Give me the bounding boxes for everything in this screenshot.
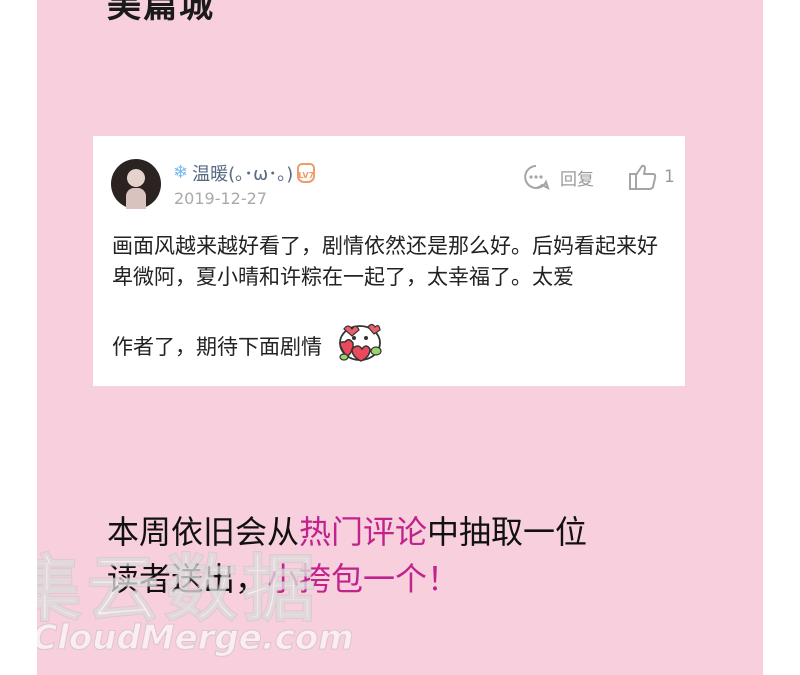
comment-text: 画面风越来越好看了，剧情依然还是那么好。后妈看起来好卑微阿，夏小晴和许粽在一起了… <box>112 234 658 289</box>
thumbs-up-icon <box>628 163 658 191</box>
watermark-english: ACloudMerge.com <box>37 618 354 659</box>
like-button[interactable]: 1 <box>628 163 675 191</box>
avatar[interactable] <box>111 159 161 209</box>
reply-bubble-icon <box>522 163 550 191</box>
reply-button[interactable]: 回复 <box>522 163 594 191</box>
username-row: ❄ 温暖(｡･ω･｡) LV7 <box>173 160 316 186</box>
promo-part2: 中抽取一位 <box>427 513 588 551</box>
snowflake-icon: ❄ <box>173 162 189 183</box>
comment-text-end-row: 作者了，期待下面剧情 <box>112 321 386 370</box>
comment-date: 2019-12-27 <box>174 189 267 208</box>
level-badge-icon: LV7 <box>297 163 316 183</box>
reply-label: 回复 <box>560 169 594 190</box>
username[interactable]: 温暖(｡･ω･｡) <box>192 160 293 186</box>
heart-hug-emoji-icon <box>330 321 386 370</box>
top-heading-text: 美篇城 <box>107 0 215 26</box>
comment-text-end: 作者了，期待下面剧情 <box>112 334 322 359</box>
avatar-figure <box>126 188 146 209</box>
page-background: 美篇城 ❄ 温暖(｡･ω･｡) LV7 2019-12-27 回复 1 画面风越… <box>37 0 763 675</box>
like-count: 1 <box>664 167 675 187</box>
comment-card: ❄ 温暖(｡･ω･｡) LV7 2019-12-27 回复 1 画面风越来越好看… <box>93 136 685 386</box>
